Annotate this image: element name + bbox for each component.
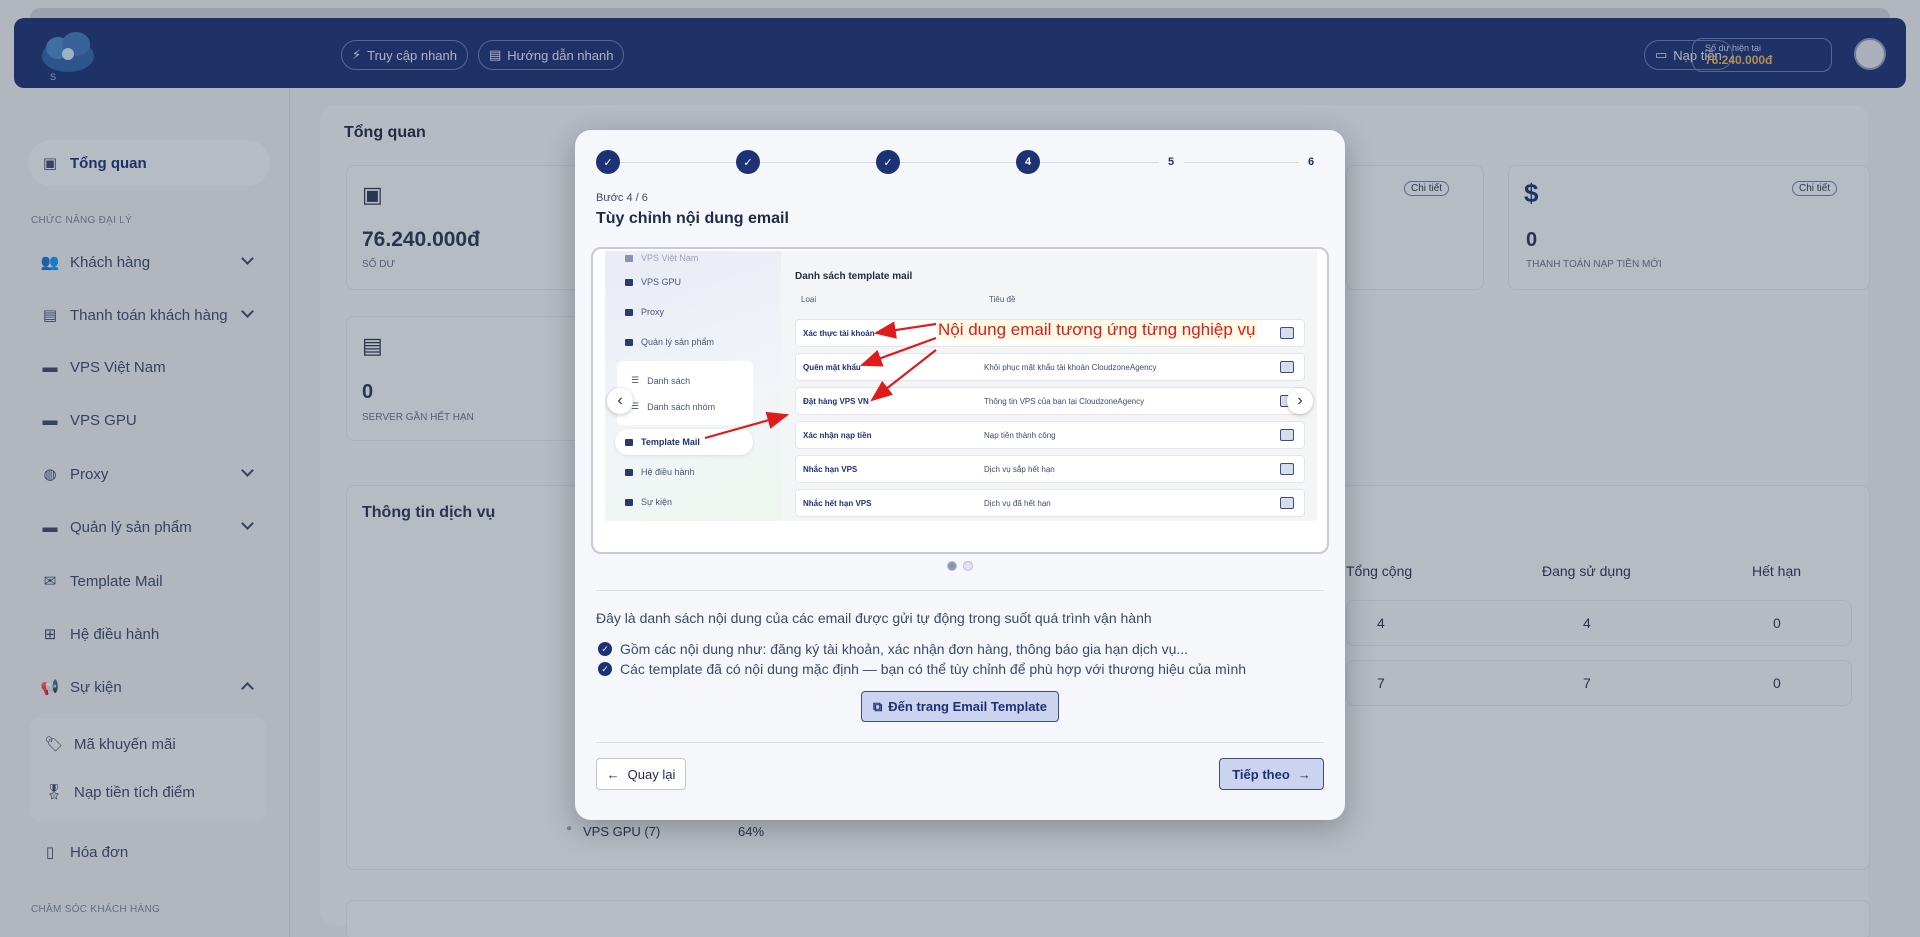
edit-icon [1280,361,1294,373]
screenshot-nav-item: Proxy [625,307,664,317]
step-4[interactable]: 4 [1016,150,1040,174]
step-counter: Bước 4 / 6 [596,192,648,204]
divider [596,590,1324,591]
step-1-check-icon[interactable]: ✓ [596,150,620,174]
server-icon [625,278,633,286]
windows-icon [625,468,633,476]
server-icon [625,338,633,346]
annotation-label: Nội dung email tương ứng từng nghiệp vụ [936,320,1258,340]
globe-icon [625,308,633,316]
edit-icon [1280,463,1294,475]
step-3-check-icon[interactable]: ✓ [876,150,900,174]
chevron-left-icon: ‹ [617,392,623,409]
screenshot-col-subject: Tiêu đề [989,295,1016,304]
check-circle-icon: ✓ [598,662,612,676]
table-row: Xác nhận nạp tiền Nạp tiền thành công [795,421,1305,449]
screenshot-main: Danh sách template mail Loại Tiêu đề Xác… [781,251,1317,521]
back-button[interactable]: ← Quay lại [596,758,686,790]
edit-icon [1280,429,1294,441]
screenshot-nav-item: Sự kiện [625,497,672,507]
envelope-icon [625,438,633,446]
divider [596,742,1324,743]
step-2-check-icon[interactable]: ✓ [736,150,760,174]
stepper-line [760,162,876,163]
arrow-right-icon: → [1297,766,1311,782]
bullet-item: ✓ Các template đã có nội dung mặc định —… [598,661,1246,677]
megaphone-icon [625,498,633,506]
carousel-dot-active[interactable] [947,561,957,571]
carousel-dot[interactable] [963,561,973,571]
external-link-icon: ⧉ [873,698,883,714]
screenshot-submenu [617,361,753,425]
table-row: Đặt hàng VPS VN Thông tin VPS của bạn tại… [795,387,1305,415]
email-template-button[interactable]: ⧉ Đến trang Email Template [861,691,1059,722]
screenshot-col-type: Loại [801,295,817,304]
table-row: Quên mật khẩu Khôi phục mật khẩu tài khoả… [795,353,1305,381]
arrow-left-icon: ← [606,766,620,782]
stepper-line [900,162,1016,163]
next-button[interactable]: Tiếp theo → [1219,758,1324,790]
stepper-line [1184,162,1300,163]
screenshot-nav-item: Quản lý sản phẩm [625,337,714,347]
step-5[interactable]: 5 [1159,150,1183,174]
screenshot-title: Danh sách template mail [795,271,913,282]
edit-icon [1280,497,1294,509]
bullet-item: ✓ Gồm các nội dung như: đăng ký tài khoả… [598,641,1188,657]
carousel-next-button[interactable]: › [1287,388,1313,414]
stepper-line [1040,162,1164,163]
screenshot-nav-item: ☰ Danh sách nhóm [631,401,716,412]
screenshot-nav-item: VPS Việt Nam [625,253,698,263]
screenshot-nav-item: VPS GPU [625,277,681,287]
carousel-prev-button[interactable]: ‹ [607,388,633,414]
modal-description: Đây là danh sách nội dung của các email … [596,610,1152,626]
step-6[interactable]: 6 [1299,150,1323,174]
edit-icon [1280,327,1294,339]
screenshot-sidebar: VPS Việt Nam VPS GPU Proxy Quản lý sản p… [605,251,781,521]
chevron-right-icon: › [1297,392,1303,409]
tutorial-carousel: VPS Việt Nam VPS GPU Proxy Quản lý sản p… [591,247,1329,554]
stepper-line [620,162,736,163]
table-row: Nhắc hết hạn VPS Dịch vụ đã hết hạn [795,489,1305,517]
screenshot-nav-item: Template Mail [625,437,700,447]
check-circle-icon: ✓ [598,642,612,656]
screenshot-nav-item: ☰ Danh sách [631,375,691,386]
screenshot-nav-item: Hệ điều hành [625,467,695,477]
table-row: Nhắc hạn VPS Dịch vụ sắp hết hạn [795,455,1305,483]
list-icon: ☰ [631,375,640,385]
server-icon [625,254,633,262]
modal-title: Tùy chỉnh nội dung email [596,210,789,227]
